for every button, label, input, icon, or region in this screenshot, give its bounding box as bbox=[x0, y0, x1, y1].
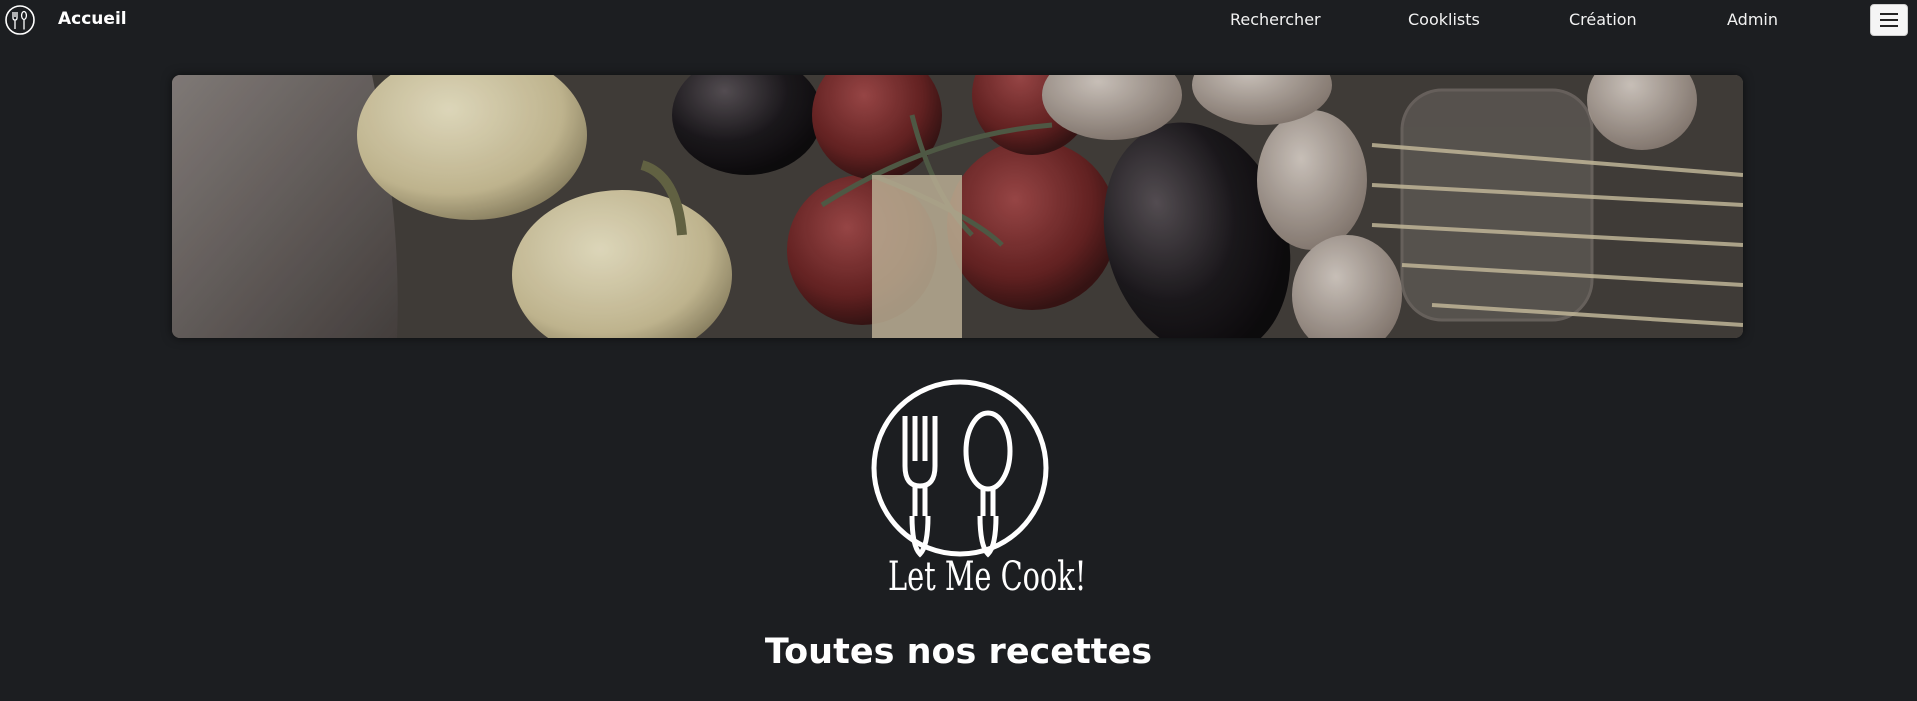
nav-brand-home[interactable]: Accueil bbox=[58, 9, 127, 29]
fork-spoon-icon bbox=[871, 379, 1049, 558]
page-title: Toutes nos recettes bbox=[764, 632, 1153, 672]
nav-link-search[interactable]: Rechercher bbox=[1230, 10, 1321, 29]
fork-spoon-icon[interactable] bbox=[4, 4, 36, 36]
menu-toggle-button[interactable] bbox=[1870, 4, 1908, 36]
nav-link-admin[interactable]: Admin bbox=[1727, 10, 1778, 29]
navbar: Accueil Rechercher Cooklists Création Ad… bbox=[0, 0, 1917, 40]
nav-link-creation[interactable]: Création bbox=[1569, 10, 1637, 29]
nav-link-cooklists[interactable]: Cooklists bbox=[1408, 10, 1480, 29]
hamburger-icon bbox=[1880, 13, 1898, 15]
hero-banner bbox=[172, 75, 1743, 338]
logo-title: Let Me Cook! bbox=[888, 554, 1087, 600]
vegetables-banner-image bbox=[172, 75, 1743, 338]
